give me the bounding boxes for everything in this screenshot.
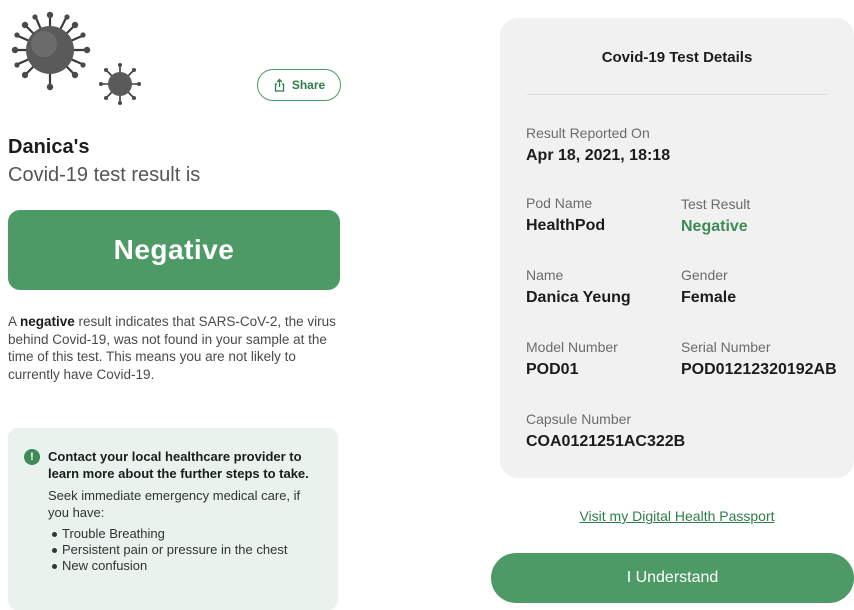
advice-body: Seek immediate emergency medical care, i… — [48, 488, 301, 520]
result-explanation-keyword: negative — [20, 314, 75, 329]
field-value: COA0121251AC322B — [526, 433, 686, 450]
field-model-number: Model Number POD01 — [526, 339, 618, 379]
test-details-card: Covid-19 Test Details Result Reported On… — [500, 18, 854, 478]
field-value: POD01 — [526, 361, 579, 378]
field-value: Danica Yeung — [526, 289, 631, 306]
field-capsule-number: Capsule Number COA0121251AC322B — [526, 411, 685, 451]
field-gender: Gender Female — [681, 267, 736, 307]
field-name: Name Danica Yeung — [526, 267, 631, 307]
field-label: Name — [526, 267, 564, 283]
field-label: Model Number — [526, 339, 618, 355]
list-item: Trouble Breathing — [48, 526, 322, 542]
field-pod-name: Pod Name HealthPod — [526, 195, 605, 235]
virus-small-icon — [99, 63, 141, 105]
divider — [527, 94, 827, 95]
field-label: Pod Name — [526, 195, 593, 211]
result-heading: Covid-19 test result is — [8, 164, 201, 186]
card-title: Covid-19 Test Details — [601, 49, 753, 66]
field-label: Gender — [681, 267, 728, 283]
result-status-banner: Negative — [8, 210, 340, 290]
virus-large-icon — [11, 11, 91, 91]
alert-icon: ! — [24, 449, 40, 465]
field-test-result: Test Result Negative — [681, 196, 750, 236]
field-value: Apr 18, 2021, 18:18 — [526, 147, 671, 164]
field-value: Female — [681, 289, 737, 306]
advice-panel: ! Contact your local healthcare provider… — [8, 428, 338, 610]
field-value: HealthPod — [526, 217, 606, 234]
field-value: POD01212320192AB — [681, 361, 837, 378]
field-label: Capsule Number — [526, 411, 632, 427]
i-understand-label: I Understand — [626, 569, 719, 586]
field-value: Negative — [681, 218, 748, 235]
field-result-reported: Result Reported On Apr 18, 2021, 18:18 — [526, 125, 670, 165]
field-label: Test Result — [681, 196, 751, 212]
symptom-list: Trouble Breathing Persistent pain or pre… — [48, 526, 322, 574]
share-icon — [274, 78, 284, 92]
list-item: Persistent pain or pressure in the chest — [48, 542, 322, 558]
virus-illustration — [11, 11, 141, 105]
field-label: Serial Number — [681, 339, 771, 355]
list-item: New confusion — [48, 558, 322, 574]
advice-title: Contact your local healthcare provider t… — [48, 449, 309, 481]
field-serial-number: Serial Number POD01212320192AB — [681, 339, 837, 379]
result-explanation: A negative result indicates that SARS-Co… — [8, 314, 336, 382]
i-understand-button[interactable]: I Understand — [491, 553, 854, 603]
share-label: Share — [291, 78, 326, 92]
field-label: Result Reported On — [526, 125, 650, 141]
result-status-label: Negative — [113, 234, 235, 265]
digital-health-passport-link[interactable]: Visit my Digital Health Passport — [500, 508, 854, 524]
share-button[interactable]: Share — [257, 69, 341, 101]
result-owner-name: Danica's — [8, 136, 90, 158]
